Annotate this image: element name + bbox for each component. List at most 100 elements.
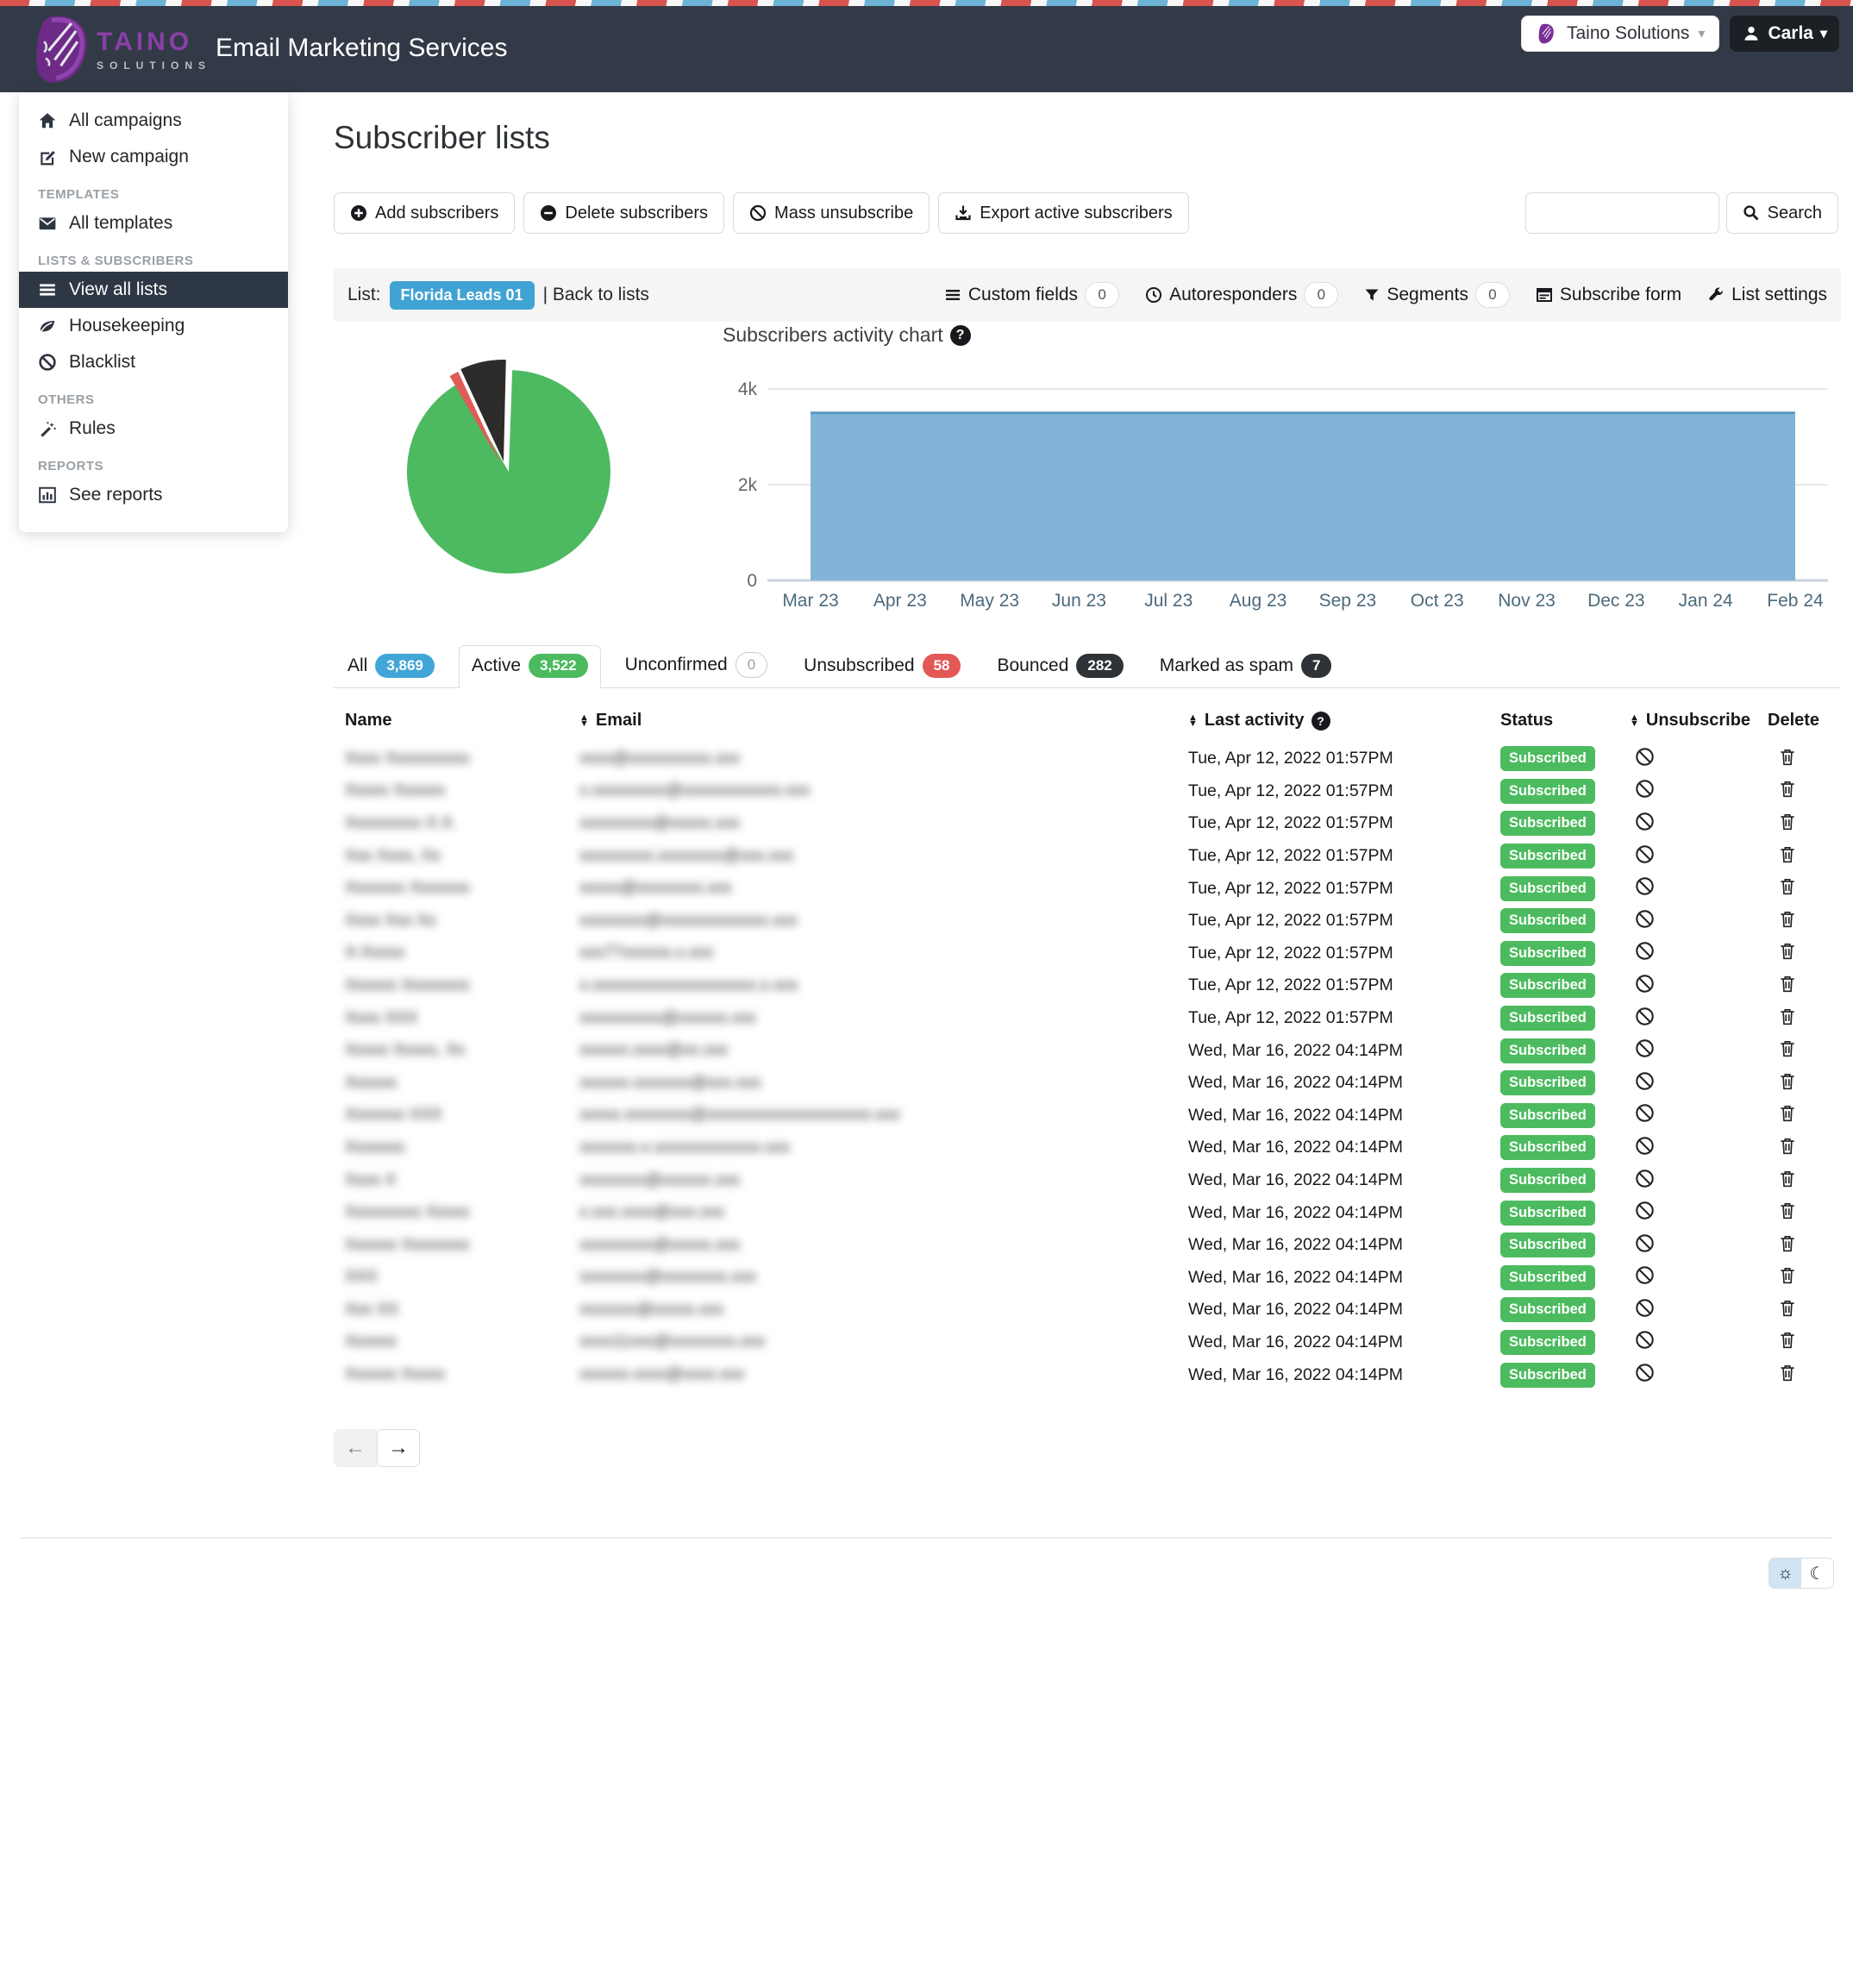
unsubscribe-button[interactable] (1635, 1169, 1655, 1188)
unsubscribe-button[interactable] (1635, 812, 1655, 831)
next-page-button[interactable]: → (377, 1429, 420, 1467)
unsubscribe-button[interactable] (1635, 909, 1655, 929)
sidebar-item-all-templates[interactable]: All templates (19, 205, 288, 241)
subscriber-email: xxxxxxxxxx@xxxxxx.xxx (579, 1009, 1188, 1028)
previous-page-button[interactable]: ← (334, 1429, 377, 1467)
status-tab[interactable]: Marked as spam 7 (1148, 646, 1344, 687)
sidebar-item-rules[interactable]: Rules (19, 411, 288, 447)
last-activity-value: Wed, Mar 16, 2022 04:14PM (1188, 1235, 1500, 1255)
sort-icon[interactable]: ▲▼ (1630, 715, 1639, 727)
export-subscribers-button[interactable]: Export active subscribers (938, 192, 1188, 234)
sidebar-item-view-all-lists[interactable]: View all lists (19, 272, 288, 308)
search-input[interactable] (1525, 192, 1719, 234)
delete-subscribers-button[interactable]: Delete subscribers (523, 192, 724, 234)
delete-button[interactable] (1778, 1363, 1797, 1383)
unsubscribe-button[interactable] (1635, 1363, 1655, 1383)
unsubscribe-button[interactable] (1635, 1103, 1655, 1123)
dark-mode-button[interactable]: ☾ (1801, 1558, 1833, 1588)
unsubscribe-button[interactable] (1635, 779, 1655, 799)
user-menu-button[interactable]: Carla ▾ (1730, 16, 1839, 52)
unsubscribe-button[interactable] (1635, 876, 1655, 896)
list-icon (944, 286, 961, 304)
delete-button[interactable] (1778, 1169, 1797, 1188)
status-tab[interactable]: Bounced 282 (985, 646, 1135, 687)
sort-icon[interactable]: ▲▼ (579, 715, 589, 727)
ban-icon (1635, 1330, 1655, 1350)
unsubscribe-button[interactable] (1635, 1038, 1655, 1058)
pagination: ← → (334, 1429, 1841, 1467)
delete-button[interactable] (1778, 779, 1797, 799)
delete-button[interactable] (1778, 909, 1797, 929)
status-tab[interactable]: Unsubscribed 58 (792, 646, 973, 687)
delete-button[interactable] (1778, 747, 1797, 767)
unsubscribe-button[interactable] (1635, 1071, 1655, 1091)
table-row: Xxxxxx xxxxxx.xxxxxxx@xxx.xxx Wed, Mar 1… (334, 1067, 1841, 1100)
autoresponders-link[interactable]: Autoresponders 0 (1145, 282, 1338, 308)
delete-button[interactable] (1778, 974, 1797, 994)
footer-divider (21, 1537, 1832, 1539)
help-icon[interactable]: ? (950, 325, 971, 346)
subscriber-email: xxxxxxxx@xxxxxxxx.xxx (579, 1268, 1188, 1287)
delete-button[interactable] (1778, 1233, 1797, 1253)
unsubscribe-button[interactable] (1635, 1298, 1655, 1318)
mass-unsubscribe-button[interactable]: Mass unsubscribe (733, 192, 930, 234)
delete-button[interactable] (1778, 876, 1797, 896)
sidebar-item-all-campaigns[interactable]: All campaigns (19, 103, 288, 139)
table-row: Xxx Xxxx, Xx xxxxxxxxx.xxxxxxxx@xxx.xxx … (334, 840, 1841, 873)
sidebar-label: All campaigns (69, 110, 182, 131)
column-header-email[interactable]: ▲▼Email (579, 711, 1188, 731)
search-button[interactable]: Search (1726, 192, 1838, 234)
delete-button[interactable] (1778, 1103, 1797, 1123)
column-header-name[interactable]: Name (345, 711, 579, 731)
back-to-lists-link[interactable]: | Back to lists (543, 285, 649, 305)
unsubscribe-button[interactable] (1635, 1233, 1655, 1253)
list-settings-link[interactable]: List settings (1707, 285, 1827, 305)
delete-button[interactable] (1778, 1136, 1797, 1156)
delete-button[interactable] (1778, 844, 1797, 864)
brand-logo[interactable]: TAINO SOLUTIONS (26, 11, 211, 87)
unsubscribe-button[interactable] (1635, 1136, 1655, 1156)
subscriber-name: Xxxx XXX (345, 1009, 579, 1028)
sidebar-item-see-reports[interactable]: See reports (19, 477, 288, 513)
delete-button[interactable] (1778, 1265, 1797, 1285)
delete-button[interactable] (1778, 1298, 1797, 1318)
help-icon[interactable]: ? (1311, 712, 1330, 731)
unsubscribe-button[interactable] (1635, 974, 1655, 994)
segments-link[interactable]: Segments 0 (1364, 282, 1510, 308)
column-header-last-activity[interactable]: ▲▼Last activity? (1188, 711, 1500, 731)
delete-button[interactable] (1778, 1330, 1797, 1350)
sidebar-item-housekeeping[interactable]: Housekeeping (19, 308, 288, 344)
unsubscribe-button[interactable] (1635, 1007, 1655, 1026)
sidebar-item-blacklist[interactable]: Blacklist (19, 344, 288, 380)
sort-icon[interactable]: ▲▼ (1188, 715, 1198, 727)
delete-button[interactable] (1778, 1007, 1797, 1026)
delete-button[interactable] (1778, 1201, 1797, 1220)
trash-icon (1778, 1201, 1797, 1220)
subscriber-name: Xxxxxxx (345, 1138, 579, 1157)
unsubscribe-button[interactable] (1635, 1265, 1655, 1285)
status-tab[interactable]: Active 3,522 (459, 645, 601, 688)
subscribe-form-link[interactable]: Subscribe form (1536, 285, 1681, 305)
unsubscribe-button[interactable] (1635, 747, 1655, 767)
delete-button[interactable] (1778, 941, 1797, 961)
delete-button[interactable] (1778, 812, 1797, 831)
delete-button[interactable] (1778, 1071, 1797, 1091)
unsubscribe-button[interactable] (1635, 1201, 1655, 1220)
status-tab[interactable]: Unconfirmed 0 (613, 644, 780, 687)
pie-slice-active[interactable] (407, 370, 610, 574)
light-mode-button[interactable]: ☼ (1769, 1558, 1801, 1588)
delete-button[interactable] (1778, 1038, 1797, 1058)
add-subscribers-button[interactable]: Add subscribers (334, 192, 515, 234)
column-header-unsubscribe[interactable]: ▲▼Unsubscribe (1630, 711, 1768, 731)
custom-fields-link[interactable]: Custom fields 0 (944, 282, 1119, 308)
unsubscribe-button[interactable] (1635, 941, 1655, 961)
status-tab[interactable]: All 3,869 (335, 646, 447, 687)
unsubscribe-button[interactable] (1635, 844, 1655, 864)
pie-chart-svg (398, 354, 619, 584)
sidebar-item-new-campaign[interactable]: New campaign (19, 139, 288, 175)
unsubscribe-button[interactable] (1635, 1330, 1655, 1350)
subscriber-name: Xxxxxx Xxxxxxxx (345, 976, 579, 995)
table-row: Xxxxxxx xxxxxxx.x.xxxxxxxxxxxxx.xxx Wed,… (334, 1132, 1841, 1164)
account-switcher-button[interactable]: Taino Solutions ▾ (1521, 16, 1719, 52)
list-name-badge[interactable]: Florida Leads 01 (390, 281, 535, 310)
